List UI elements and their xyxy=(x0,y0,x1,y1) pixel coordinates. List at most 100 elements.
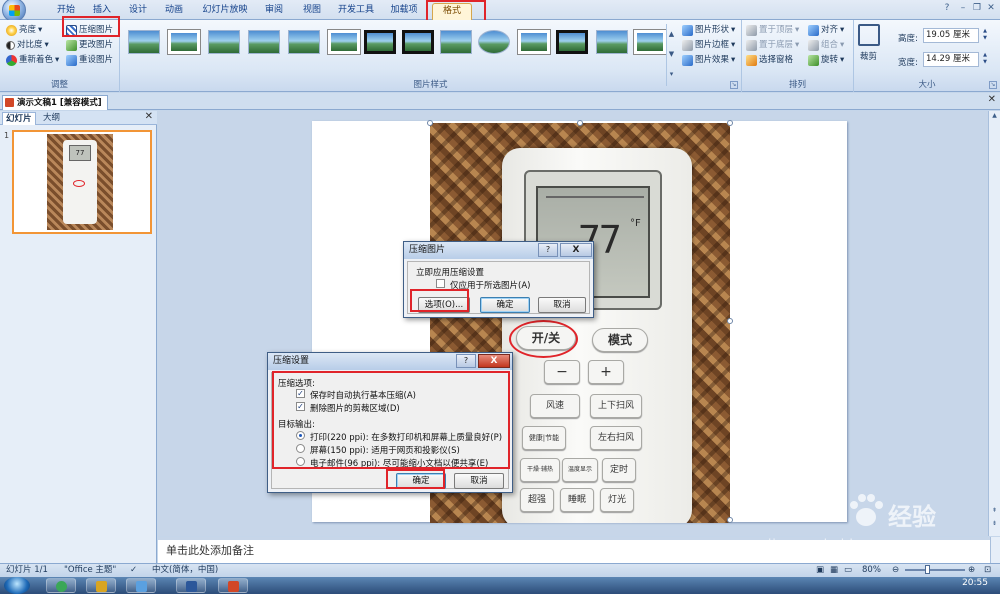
contrast-button[interactable]: 对比度 ▾ xyxy=(6,38,49,52)
height-input[interactable]: 19.05 厘米 xyxy=(923,28,979,43)
width-spinner-icon[interactable]: ▲ ▼ xyxy=(981,52,989,67)
scroll-up-icon[interactable]: ▲ xyxy=(989,111,1000,121)
brightness-button[interactable]: 亮度 ▾ xyxy=(6,23,42,37)
picture-effects-button[interactable]: 图片效果 ▾ xyxy=(682,53,735,67)
slideshow-icon[interactable]: ▭ xyxy=(844,564,852,577)
tab-slides[interactable]: 幻灯片 xyxy=(2,112,36,125)
resize-handle[interactable] xyxy=(577,120,583,126)
dialog-launcher-icon[interactable]: ↘ xyxy=(989,81,997,89)
style-thumb[interactable] xyxy=(248,30,280,54)
tab-addins[interactable]: 加载项 xyxy=(388,3,420,20)
style-thumb[interactable] xyxy=(634,30,666,54)
tab-insert[interactable]: 插入 xyxy=(88,3,116,20)
scroll-up-icon[interactable]: ▲ xyxy=(667,24,676,44)
taskbar-explorer-icon[interactable] xyxy=(126,578,156,593)
help-icon[interactable]: ? xyxy=(538,243,558,257)
prev-slide-icon[interactable]: ⇞ xyxy=(989,506,1000,516)
style-thumb[interactable] xyxy=(596,30,628,54)
taskbar-browser-icon[interactable] xyxy=(46,578,76,593)
group-button[interactable]: 组合 ▾ xyxy=(808,38,844,52)
options-button[interactable]: 选项(O)... xyxy=(418,297,470,313)
selection-pane-button[interactable]: 选择窗格 xyxy=(746,53,793,67)
zoom-slider-thumb[interactable] xyxy=(925,565,930,574)
style-thumb[interactable] xyxy=(208,30,240,54)
slide-thumbnail[interactable]: 77 xyxy=(12,130,152,234)
style-thumb[interactable] xyxy=(440,30,472,54)
tab-home[interactable]: 开始 xyxy=(52,3,80,20)
taskbar-app-icon[interactable] xyxy=(86,578,116,593)
slide-sorter-icon[interactable]: ▦ xyxy=(830,564,838,577)
office-button[interactable] xyxy=(2,0,26,22)
minimize-icon[interactable]: – xyxy=(958,3,968,15)
height-spinner-icon[interactable]: ▲ ▼ xyxy=(981,28,989,43)
dialog-launcher-icon[interactable]: ↘ xyxy=(730,81,738,89)
close-icon[interactable]: X xyxy=(560,243,592,257)
close-icon[interactable]: X xyxy=(478,354,510,368)
email-radio[interactable] xyxy=(296,457,305,466)
delete-cropped-checkbox[interactable]: ✓ xyxy=(296,402,305,411)
send-to-back-button[interactable]: 置于底层 ▾ xyxy=(746,38,799,52)
style-thumb[interactable] xyxy=(402,30,434,54)
scroll-down-icon[interactable]: ▼ xyxy=(667,44,676,64)
style-thumb[interactable] xyxy=(478,30,510,54)
notes-scrollbar[interactable] xyxy=(990,537,1000,563)
taskbar-word-icon[interactable] xyxy=(176,578,206,593)
recolor-button[interactable]: 重新着色 ▾ xyxy=(6,53,59,67)
tab-view[interactable]: 视图 xyxy=(298,3,326,20)
auto-compress-checkbox[interactable]: ✓ xyxy=(296,389,305,398)
style-gallery-scroll[interactable]: ▲ ▼ ▾ xyxy=(666,24,676,86)
ok-button[interactable]: 确定 xyxy=(480,297,530,313)
cancel-button[interactable]: 取消 xyxy=(454,473,504,489)
only-selected-checkbox[interactable] xyxy=(436,279,445,288)
style-thumb[interactable] xyxy=(328,30,360,54)
tab-outline[interactable]: 大纲 xyxy=(40,112,63,125)
picture-border-button[interactable]: 图片边框 ▾ xyxy=(682,38,735,52)
bring-to-front-button[interactable]: 置于顶层 ▾ xyxy=(746,23,799,37)
reset-picture-button[interactable]: 重设图片 xyxy=(66,53,113,67)
tab-developer[interactable]: 开发工具 xyxy=(336,3,376,20)
taskbar-powerpoint-icon[interactable] xyxy=(218,578,248,593)
clock[interactable]: 20:55 xyxy=(962,578,988,588)
resize-handle[interactable] xyxy=(427,120,433,126)
align-button[interactable]: 对齐 ▾ xyxy=(808,23,844,37)
style-thumb[interactable] xyxy=(288,30,320,54)
language-status[interactable]: 中文(简体，中国) xyxy=(152,564,218,577)
start-button[interactable] xyxy=(4,577,30,594)
picture-shape-button[interactable]: 图片形状 ▾ xyxy=(682,23,735,37)
change-picture-button[interactable]: 更改图片 xyxy=(66,38,113,52)
zoom-in-icon[interactable]: ⊕ xyxy=(968,564,975,577)
ok-button[interactable]: 确定 xyxy=(396,473,446,489)
tab-design[interactable]: 设计 xyxy=(124,3,152,20)
help-icon[interactable]: ? xyxy=(456,354,476,368)
restore-icon[interactable]: ❐ xyxy=(972,3,982,15)
zoom-level[interactable]: 80% xyxy=(862,564,881,577)
vertical-scrollbar[interactable]: ▲ ⇞ ⇟ xyxy=(988,111,1000,536)
width-input[interactable]: 14.29 厘米 xyxy=(923,52,979,67)
tab-review[interactable]: 审阅 xyxy=(260,3,288,20)
style-thumb[interactable] xyxy=(518,30,550,54)
zoom-out-icon[interactable]: ⊖ xyxy=(892,564,899,577)
tab-format[interactable]: 格式 xyxy=(432,3,472,20)
crop-label[interactable]: 裁剪 xyxy=(860,50,877,62)
screen-radio[interactable] xyxy=(296,444,305,453)
resize-handle[interactable] xyxy=(727,318,733,324)
notes-pane[interactable]: 单击此处添加备注 xyxy=(158,537,990,563)
style-thumb[interactable] xyxy=(128,30,160,54)
close-document-icon[interactable]: ✕ xyxy=(988,94,996,105)
spellcheck-icon[interactable]: ✓ xyxy=(130,564,137,577)
help-icon[interactable]: ? xyxy=(942,3,952,15)
crop-icon[interactable] xyxy=(858,24,880,46)
normal-view-icon[interactable]: ▣ xyxy=(816,564,824,577)
style-thumb[interactable] xyxy=(168,30,200,54)
cancel-button[interactable]: 取消 xyxy=(538,297,586,313)
style-thumb[interactable] xyxy=(556,30,588,54)
document-tab[interactable]: 演示文稿1 [兼容模式] xyxy=(2,95,108,110)
print-radio[interactable] xyxy=(296,431,305,440)
close-pane-icon[interactable]: ✕ xyxy=(145,111,153,122)
resize-handle[interactable] xyxy=(727,517,733,523)
next-slide-icon[interactable]: ⇟ xyxy=(989,519,1000,529)
resize-handle[interactable] xyxy=(727,120,733,126)
close-icon[interactable]: ✕ xyxy=(986,3,996,15)
tab-animation[interactable]: 动画 xyxy=(160,3,188,20)
rotate-button[interactable]: 旋转 ▾ xyxy=(808,53,844,67)
